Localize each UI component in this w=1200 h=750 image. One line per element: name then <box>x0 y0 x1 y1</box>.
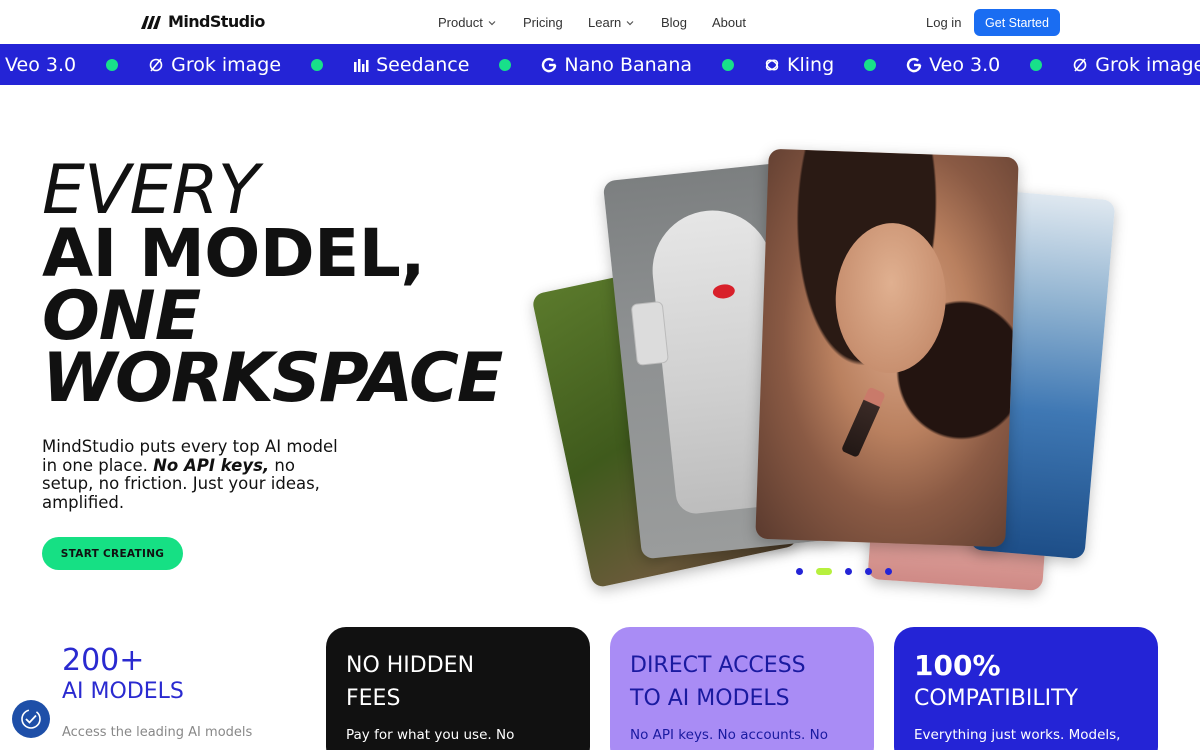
google-icon <box>542 57 557 72</box>
login-link[interactable]: Log in <box>926 15 961 30</box>
nav-pricing-label: Pricing <box>523 15 563 30</box>
start-creating-button[interactable]: START CREATING <box>42 537 183 570</box>
stat-models-number: 200+ <box>62 643 145 678</box>
stat-models-label: AI MODELS <box>62 679 184 704</box>
mindstudio-logo-icon <box>141 15 161 29</box>
ticker-item: Veo 3.0 <box>5 54 76 76</box>
carousel-dot[interactable] <box>845 568 852 575</box>
carousel-pagination <box>796 568 892 575</box>
stat-models-description: Access the leading AI models <box>62 725 253 740</box>
chevron-down-icon <box>488 20 496 25</box>
seedance-icon <box>354 58 369 72</box>
stat-card-title-line-1: 100% <box>914 649 1001 682</box>
get-started-button[interactable]: Get Started <box>974 9 1060 36</box>
stat-card-title-line-2: COMPATIBILITY <box>914 686 1078 711</box>
ticker-track: Veo 3.0 Grok image Seedance Nano Banana … <box>5 44 1200 85</box>
nav-learn[interactable]: Learn <box>588 15 661 30</box>
ticker-item: Seedance <box>353 54 469 76</box>
hero-copy-bold: No API keys, <box>153 455 270 475</box>
ticker-separator-dot <box>499 58 512 71</box>
model-ticker: Veo 3.0 Grok image Seedance Nano Banana … <box>0 44 1200 85</box>
ticker-item-label: Nano Banana <box>564 53 693 76</box>
ticker-item-label: Kling <box>787 53 835 76</box>
hero-title-line-4: WORKSPACE <box>42 339 503 418</box>
top-navbar: MindStudio Product Pricing Learn Blog Ab… <box>0 0 1200 44</box>
google-icon <box>906 57 922 72</box>
stat-card-direct-access: DIRECT ACCESS TO AI MODELS No API keys. … <box>610 627 874 750</box>
ticker-item-label: Grok image <box>1095 53 1200 76</box>
nav-blog[interactable]: Blog <box>661 15 712 30</box>
ticker-item-label: Seedance <box>376 53 470 76</box>
stat-card-description: Everything just works. Models, <box>914 727 1121 743</box>
nav-product-label: Product <box>438 15 483 30</box>
hero-title-line-3: ONE <box>42 277 201 356</box>
ticker-item-label: Grok image <box>171 53 282 76</box>
nav-blog-label: Blog <box>661 15 688 30</box>
stat-card-title-line-2: TO AI MODELS <box>630 686 790 711</box>
ticker-separator-dot <box>864 58 877 71</box>
ticker-item: Kling <box>764 54 834 76</box>
ticker-separator-dot <box>1030 58 1043 71</box>
statue-phone <box>630 300 669 366</box>
stat-card-compatibility: 100% COMPATIBILITY Everything just works… <box>894 627 1158 750</box>
hero-title-line-1: EVERY <box>42 151 259 230</box>
ticker-item-label: Veo 3.0 <box>929 53 1001 76</box>
nav-learn-label: Learn <box>588 15 622 30</box>
ticker-item-label: Veo 3.0 <box>5 53 77 76</box>
stat-models: 200+ AI MODELS Access the leading AI mod… <box>62 643 253 741</box>
brand-logo[interactable]: MindStudio <box>140 12 265 31</box>
ticker-separator-dot <box>722 58 735 71</box>
carousel-dot[interactable] <box>885 568 892 575</box>
ticker-item: Grok image <box>148 54 281 76</box>
ticker-separator-dot <box>106 58 119 71</box>
stat-card-description: Pay for what you use. No <box>346 727 515 743</box>
nav-product[interactable]: Product <box>438 15 523 30</box>
kling-icon <box>765 58 779 71</box>
stat-card-no-hidden-fees: NO HIDDEN FEES Pay for what you use. No <box>326 627 590 750</box>
hero-description: MindStudio puts every top AI model in on… <box>42 437 342 512</box>
chevron-down-icon <box>626 20 634 25</box>
hero-title: EVERY AI MODEL, ONE WORKSPACE <box>42 151 503 418</box>
carousel-image-portrait <box>755 148 1019 548</box>
carousel-dot[interactable] <box>865 568 872 575</box>
ticker-item: Nano Banana <box>541 54 692 76</box>
carousel-dot[interactable] <box>816 568 832 575</box>
ticker-item: Grok image <box>1072 54 1200 76</box>
carousel-dot[interactable] <box>796 568 803 575</box>
consent-check-icon <box>21 709 41 729</box>
hero-title-line-2: AI MODEL, <box>42 215 425 292</box>
brand-name: MindStudio <box>168 12 265 31</box>
grok-icon <box>149 57 163 72</box>
nav-about[interactable]: About <box>712 15 746 30</box>
main-menu: Product Pricing Learn Blog About <box>438 15 746 30</box>
stat-card-title-line-1: DIRECT ACCESS <box>630 653 806 678</box>
ticker-separator-dot <box>311 58 324 71</box>
nav-pricing[interactable]: Pricing <box>523 15 588 30</box>
stat-card-description: No API keys. No accounts. No <box>630 727 828 743</box>
nav-about-label: About <box>712 15 746 30</box>
stat-card-title-line-1: NO HIDDEN <box>346 653 475 678</box>
ticker-item: Veo 3.0 <box>906 54 1000 76</box>
grok-icon <box>1073 57 1087 72</box>
stat-card-title-line-2: FEES <box>346 686 401 711</box>
consent-badge[interactable] <box>12 700 50 738</box>
